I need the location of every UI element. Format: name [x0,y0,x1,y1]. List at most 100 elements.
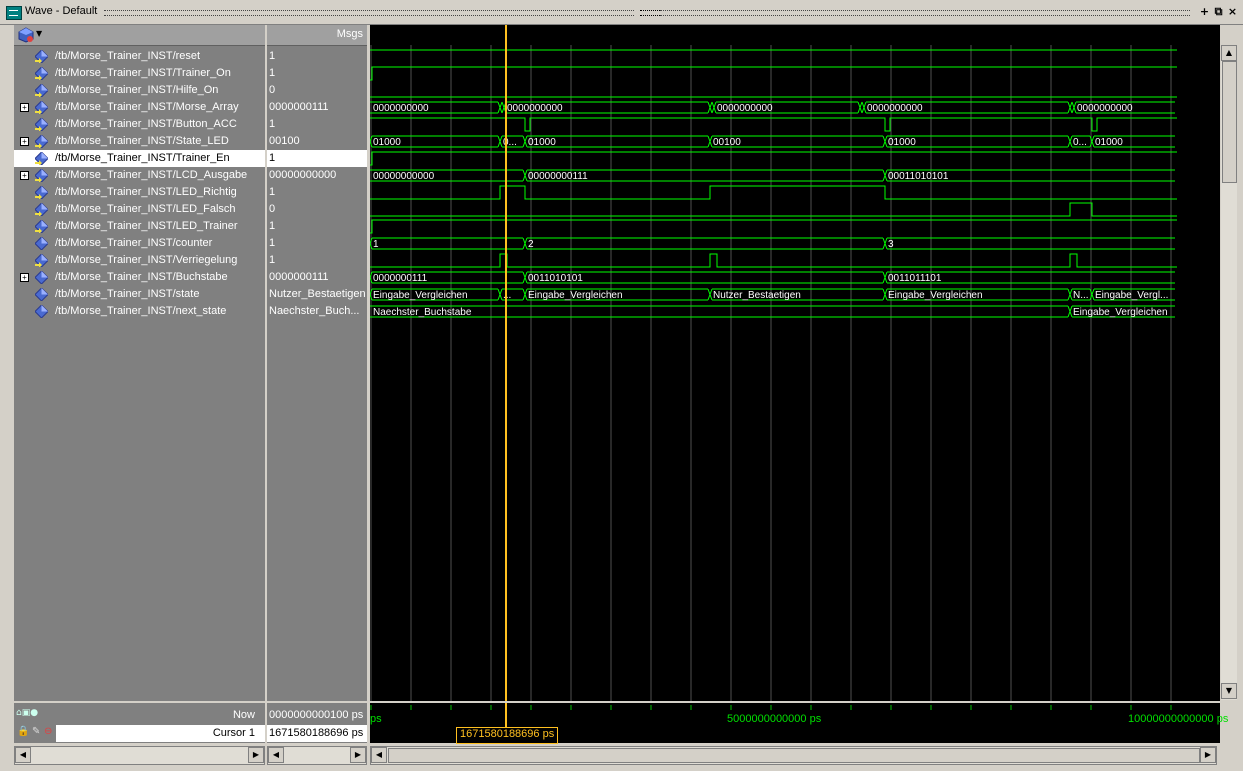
signal-names-pane: ▼ /tb/Morse_Trainer_INST/reset/tb/Morse_… [14,25,265,701]
waveform-pane[interactable]: 0000000000 0000000000 0000000000 0000000000… [370,25,1220,701]
bus-label: ... [503,290,511,301]
signal-row[interactable]: + /tb/Morse_Trainer_INST/LCD_Ausgabe [14,167,265,184]
drag-grip-right[interactable] [660,10,1190,16]
toolbar-icons[interactable]: ⌂▣● [16,708,38,718]
bus-transition [707,101,713,114]
bus-label: 1 [373,239,379,250]
axis-mid-label: 5000000000000 ps [727,713,822,725]
bus-label: Eingabe_Vergl... [1095,290,1168,301]
scroll-left-icon[interactable]: ◀ [371,747,387,763]
scroll-left-icon[interactable]: ◀ [268,747,284,763]
signal-row[interactable]: /tb/Morse_Trainer_INST/state [14,286,265,303]
signal-row[interactable]: /tb/Morse_Trainer_INST/Trainer_En [14,150,265,167]
time-axis: ps 5000000000000 ps 10000000000000 ps 16… [370,703,1228,744]
scroll-left-icon[interactable]: ◀ [15,747,31,763]
signal-name: /tb/Morse_Trainer_INST/reset [55,50,201,62]
remove-cursor-icon[interactable]: ⊖ [44,726,52,737]
signal-value: 1 [267,235,367,252]
signal-icon [35,50,48,63]
signal-value: 0 [267,82,367,99]
cursor-flag[interactable]: 1671580188696 ps [456,727,559,744]
bus-label: 2 [528,239,534,250]
scroll-right-icon[interactable]: ▶ [350,747,366,763]
signal-value-text: 1 [269,254,276,266]
signal-icon [35,135,48,148]
signal-name: /tb/Morse_Trainer_INST/Trainer_En [55,152,230,164]
bus-transition [522,288,528,301]
names-hscrollbar[interactable]: ◀ ▶ [14,746,265,765]
window-title: Wave - Default [25,5,98,17]
bus-label: 01000 [1095,137,1123,148]
expand-icon[interactable]: + [20,103,29,112]
signal-value-text: Naechster_Buch... [269,305,360,317]
signal-row[interactable]: /tb/Morse_Trainer_INST/counter [14,235,265,252]
bus-label: 3 [888,239,894,250]
scroll-right-icon[interactable]: ▶ [248,747,264,763]
bus-label: 01000 [528,137,556,148]
bus-label: 0000000000 [507,103,563,114]
vertical-scroll-thumb[interactable] [1222,61,1237,183]
vertical-scrollbar[interactable]: ▲ ▼ [1221,45,1237,700]
bus-transition [711,101,717,114]
signal-row[interactable]: /tb/Morse_Trainer_INST/next_state [14,303,265,320]
bus-transition [522,169,528,182]
object-icon[interactable] [18,27,34,43]
signal-name: /tb/Morse_Trainer_INST/counter [55,237,213,249]
now-value: 0000000000100 ps [269,709,364,721]
axis-right-label: 10000000000000 ps [1128,713,1229,725]
values-hscrollbar[interactable]: ◀ ▶ [267,746,367,765]
signal-value: 0 [267,201,367,218]
undock-icon[interactable]: ⧉ [1213,6,1224,17]
signal-name: /tb/Morse_Trainer_INST/LCD_Ausgabe [55,169,248,181]
signal-value-text: 1 [269,237,276,249]
bus-label: Eingabe_Vergleichen [1073,307,1168,318]
wave-hscrollbar[interactable]: ◀ ▶ [370,746,1217,765]
signal-value: 1 [267,184,367,201]
bus-segment [370,305,1068,318]
signal-icon [35,220,48,233]
signal-row[interactable]: /tb/Morse_Trainer_INST/Trainer_On [14,65,265,82]
signal-row[interactable]: /tb/Morse_Trainer_INST/LED_Falsch [14,201,265,218]
add-icon[interactable]: + [1199,6,1210,17]
bus-transition [882,271,888,284]
edit-icon[interactable]: ✎ [32,726,40,737]
center-grip[interactable] [640,10,660,16]
signal-icon [35,254,48,267]
chevron-down-icon[interactable]: ▼ [36,29,42,38]
signal-row[interactable]: /tb/Morse_Trainer_INST/LED_Richtig [14,184,265,201]
scroll-down-icon[interactable]: ▼ [1221,683,1237,699]
bus-label: 0011010101 [528,273,583,284]
signal-row[interactable]: /tb/Morse_Trainer_INST/LED_Trainer [14,218,265,235]
wave-scroll-thumb[interactable] [388,748,1200,763]
names-header: ▼ [14,25,265,46]
signal-row[interactable]: /tb/Morse_Trainer_INST/Button_ACC [14,116,265,133]
signal-name: /tb/Morse_Trainer_INST/Trainer_On [55,67,231,79]
signal-row[interactable]: + /tb/Morse_Trainer_INST/State_LED [14,133,265,150]
scroll-right-icon[interactable]: ▶ [1200,747,1216,763]
scroll-up-icon[interactable]: ▲ [1221,45,1237,61]
close-icon[interactable]: × [1227,6,1238,17]
signal-row[interactable]: + /tb/Morse_Trainer_INST/Morse_Array [14,99,265,116]
signal-row[interactable]: + /tb/Morse_Trainer_INST/Buchstabe [14,269,265,286]
signal-value-text: 1 [269,152,276,164]
signal-value: 1 [267,65,367,82]
left-gutter [0,25,13,701]
bus-label: 00000000000 [373,171,435,182]
signal-row[interactable]: /tb/Morse_Trainer_INST/reset [14,48,265,65]
signal-name: /tb/Morse_Trainer_INST/next_state [55,305,227,317]
bus-label: 01000 [373,137,401,148]
waveform-canvas[interactable]: 0000000000 0000000000 0000000000 0000000000… [370,25,1220,701]
expand-icon[interactable]: + [20,171,29,180]
signal-icon [35,271,48,284]
bus-label: Naechster_Buchstabe [373,307,472,318]
signal-value-text: 1 [269,118,276,130]
drag-grip[interactable] [104,10,634,16]
expand-icon[interactable]: + [20,273,29,282]
bus-transition [882,288,888,301]
signal-row[interactable]: /tb/Morse_Trainer_INST/Verriegelung [14,252,265,269]
lock-icon[interactable]: 🔒 [17,726,29,737]
expand-icon[interactable]: + [20,137,29,146]
signal-row[interactable]: /tb/Morse_Trainer_INST/Hilfe_On [14,82,265,99]
bus-label: 0011011101 [888,273,942,284]
signal-value: Naechster_Buch... [267,303,367,320]
